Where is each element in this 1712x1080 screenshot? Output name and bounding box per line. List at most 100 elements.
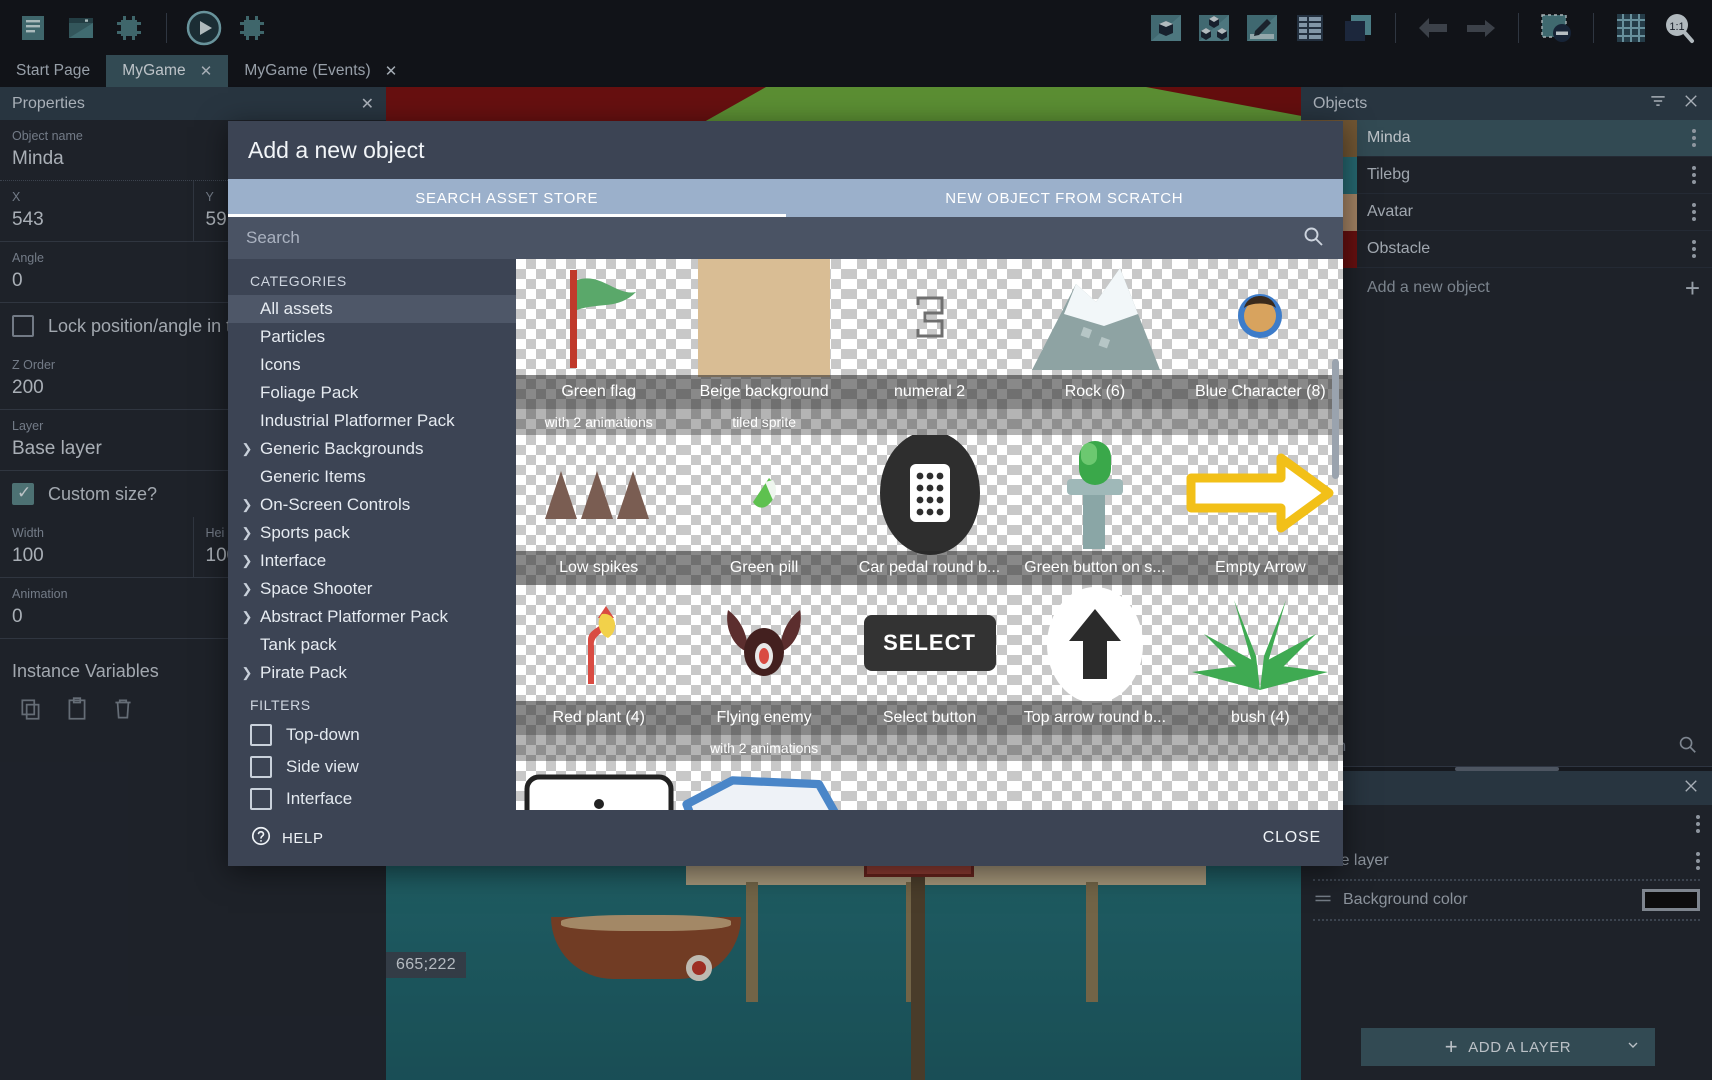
asset-thumbnail-blue-character-icon [1178,259,1343,375]
category-item[interactable]: Icons [228,351,516,379]
filter-row[interactable]: Top-down [228,719,516,751]
asset-search-input[interactable]: Search [246,228,300,248]
asset-card[interactable]: bush (4) [1177,585,1343,735]
asset-card[interactable] [846,761,1013,810]
asset-name: Flying enemy [681,701,847,735]
question-circle-icon [250,825,272,851]
help-button[interactable]: HELP [250,825,324,851]
asset-name: Green button on s... [1012,551,1178,585]
asset-thumbnail-empty-arrow-icon [1178,435,1343,551]
category-label: Abstract Platformer Pack [260,607,449,626]
asset-card[interactable]: Red plant (4) [516,585,682,735]
asset-thumbnail-empty-icon [1178,761,1343,810]
category-item[interactable]: ❯ Pirate Pack [228,659,516,687]
category-item[interactable]: Particles [228,323,516,351]
asset-card[interactable]: Empty Arrow [1177,435,1343,585]
asset-subtitle-row: with 2 animations [516,735,1343,761]
asset-card[interactable]: Blue Character (8) [1177,259,1343,409]
search-icon[interactable] [1301,224,1325,253]
chevron-right-icon[interactable]: ❯ [238,553,256,569]
chevron-right-icon[interactable]: ❯ [238,581,256,597]
asset-name: Red plant (4) [516,701,682,735]
filter-label: Top-down [286,725,360,744]
asset-thumbnail-select-button-icon: SELECT [847,585,1012,701]
asset-grid-row: Low spikes Green pill Car pedal round b...… [516,435,1343,585]
filter-checkbox[interactable] [250,756,272,778]
asset-grid-scrollbar[interactable] [1332,259,1341,810]
asset-subtitle-cell: with 2 animations [681,735,847,761]
chevron-right-icon[interactable]: ❯ [238,441,256,457]
dialog-tab-0[interactable]: SEARCH ASSET STORE [228,179,786,217]
asset-subtitle: with 2 animations [710,740,819,756]
asset-card[interactable]: Flying enemy [681,585,847,735]
dialog-tab-1[interactable]: NEW OBJECT FROM SCRATCH [786,179,1344,217]
asset-grid[interactable]: Green flag Beige background numeral 2 Rock … [516,259,1343,810]
asset-grid-scroll-thumb[interactable] [1332,359,1339,479]
asset-subtitle-cell [516,735,682,761]
category-item[interactable]: ❯ Interface [228,547,516,575]
asset-name: Green pill [681,551,847,585]
dialog-footer: HELP CLOSE [228,810,1343,866]
asset-card[interactable]: Rock (6) [1012,259,1178,409]
asset-card[interactable]: Green pill [681,435,847,585]
category-label: Generic Backgrounds [260,439,424,458]
dialog-tabs: SEARCH ASSET STORE NEW OBJECT FROM SCRATC… [228,179,1343,217]
asset-name: Select button [846,701,1013,735]
asset-card[interactable]: Beige background [681,259,847,409]
categories-header: CATEGORIES [250,273,347,289]
asset-card[interactable]: Car pedal round b... [846,435,1013,585]
filter-checkbox[interactable] [250,724,272,746]
filter-row[interactable]: Interface [228,783,516,810]
chevron-right-icon[interactable]: ❯ [238,665,256,681]
asset-thumbnail-green-flag-icon [516,259,681,375]
asset-card[interactable]: SELECT Select button [846,585,1013,735]
asset-thumbnail-green-pill-icon [681,435,846,551]
category-label: Interface [260,551,327,570]
asset-name: Car pedal round b... [846,551,1013,585]
asset-card[interactable]: Green flag [516,259,682,409]
category-item[interactable]: ❯ Generic Backgrounds [228,435,516,463]
category-item[interactable]: All assets [228,295,516,323]
category-item[interactable]: Tank pack [228,631,516,659]
category-item[interactable]: ❯ Space Shooter [228,575,516,603]
asset-card[interactable] [1177,761,1343,810]
asset-card[interactable]: Green button on s... [1012,435,1178,585]
asset-card[interactable]: numeral 2 [846,259,1013,409]
filter-label: Interface [286,789,353,808]
category-item[interactable]: ❯ Sports pack [228,519,516,547]
asset-thumbnail-rounded-rect-dot-icon [516,761,681,810]
asset-card[interactable] [1012,761,1178,810]
close-button[interactable]: CLOSE [1263,829,1321,847]
category-item[interactable]: Industrial Platformer Pack [228,407,516,435]
filter-checkbox[interactable] [250,788,272,810]
category-label: Space Shooter [260,579,373,598]
asset-grid-row: Red plant (4) Flying enemy SELECT Select bu… [516,585,1343,735]
asset-name: Rock (6) [1012,375,1178,409]
category-label: Pirate Pack [260,663,347,682]
asset-name: bush (4) [1177,701,1343,735]
category-item[interactable]: ❯ On-Screen Controls [228,491,516,519]
chevron-right-icon[interactable]: ❯ [238,525,256,541]
category-label: Generic Items [260,467,366,486]
asset-grid-row: Green flag Beige background numeral 2 Rock … [516,259,1343,409]
chevron-right-icon[interactable]: ❯ [238,609,256,625]
filter-row[interactable]: Side view [228,751,516,783]
asset-thumbnail-flying-enemy-icon [681,585,846,701]
asset-subtitle-row: with 2 animations tiled sprite [516,409,1343,435]
category-label: Sports pack [260,523,350,542]
asset-name: Green flag [516,375,682,409]
asset-card[interactable]: Low spikes [516,435,682,585]
asset-name: Beige background [681,375,847,409]
category-item[interactable]: ❯ Abstract Platformer Pack [228,603,516,631]
category-item[interactable]: Foliage Pack [228,379,516,407]
asset-card[interactable] [681,761,847,810]
asset-thumbnail-car-pedal-icon [847,435,1012,555]
asset-card[interactable] [516,761,682,810]
asset-subtitle-cell [1177,735,1343,761]
asset-thumbnail-low-spikes-icon [516,435,681,551]
category-item[interactable]: Generic Items [228,463,516,491]
asset-thumbnail-rock-icon [1012,259,1177,375]
asset-search-field[interactable]: Search [228,217,1343,259]
asset-card[interactable]: Top arrow round b... [1012,585,1178,735]
chevron-right-icon[interactable]: ❯ [238,497,256,513]
